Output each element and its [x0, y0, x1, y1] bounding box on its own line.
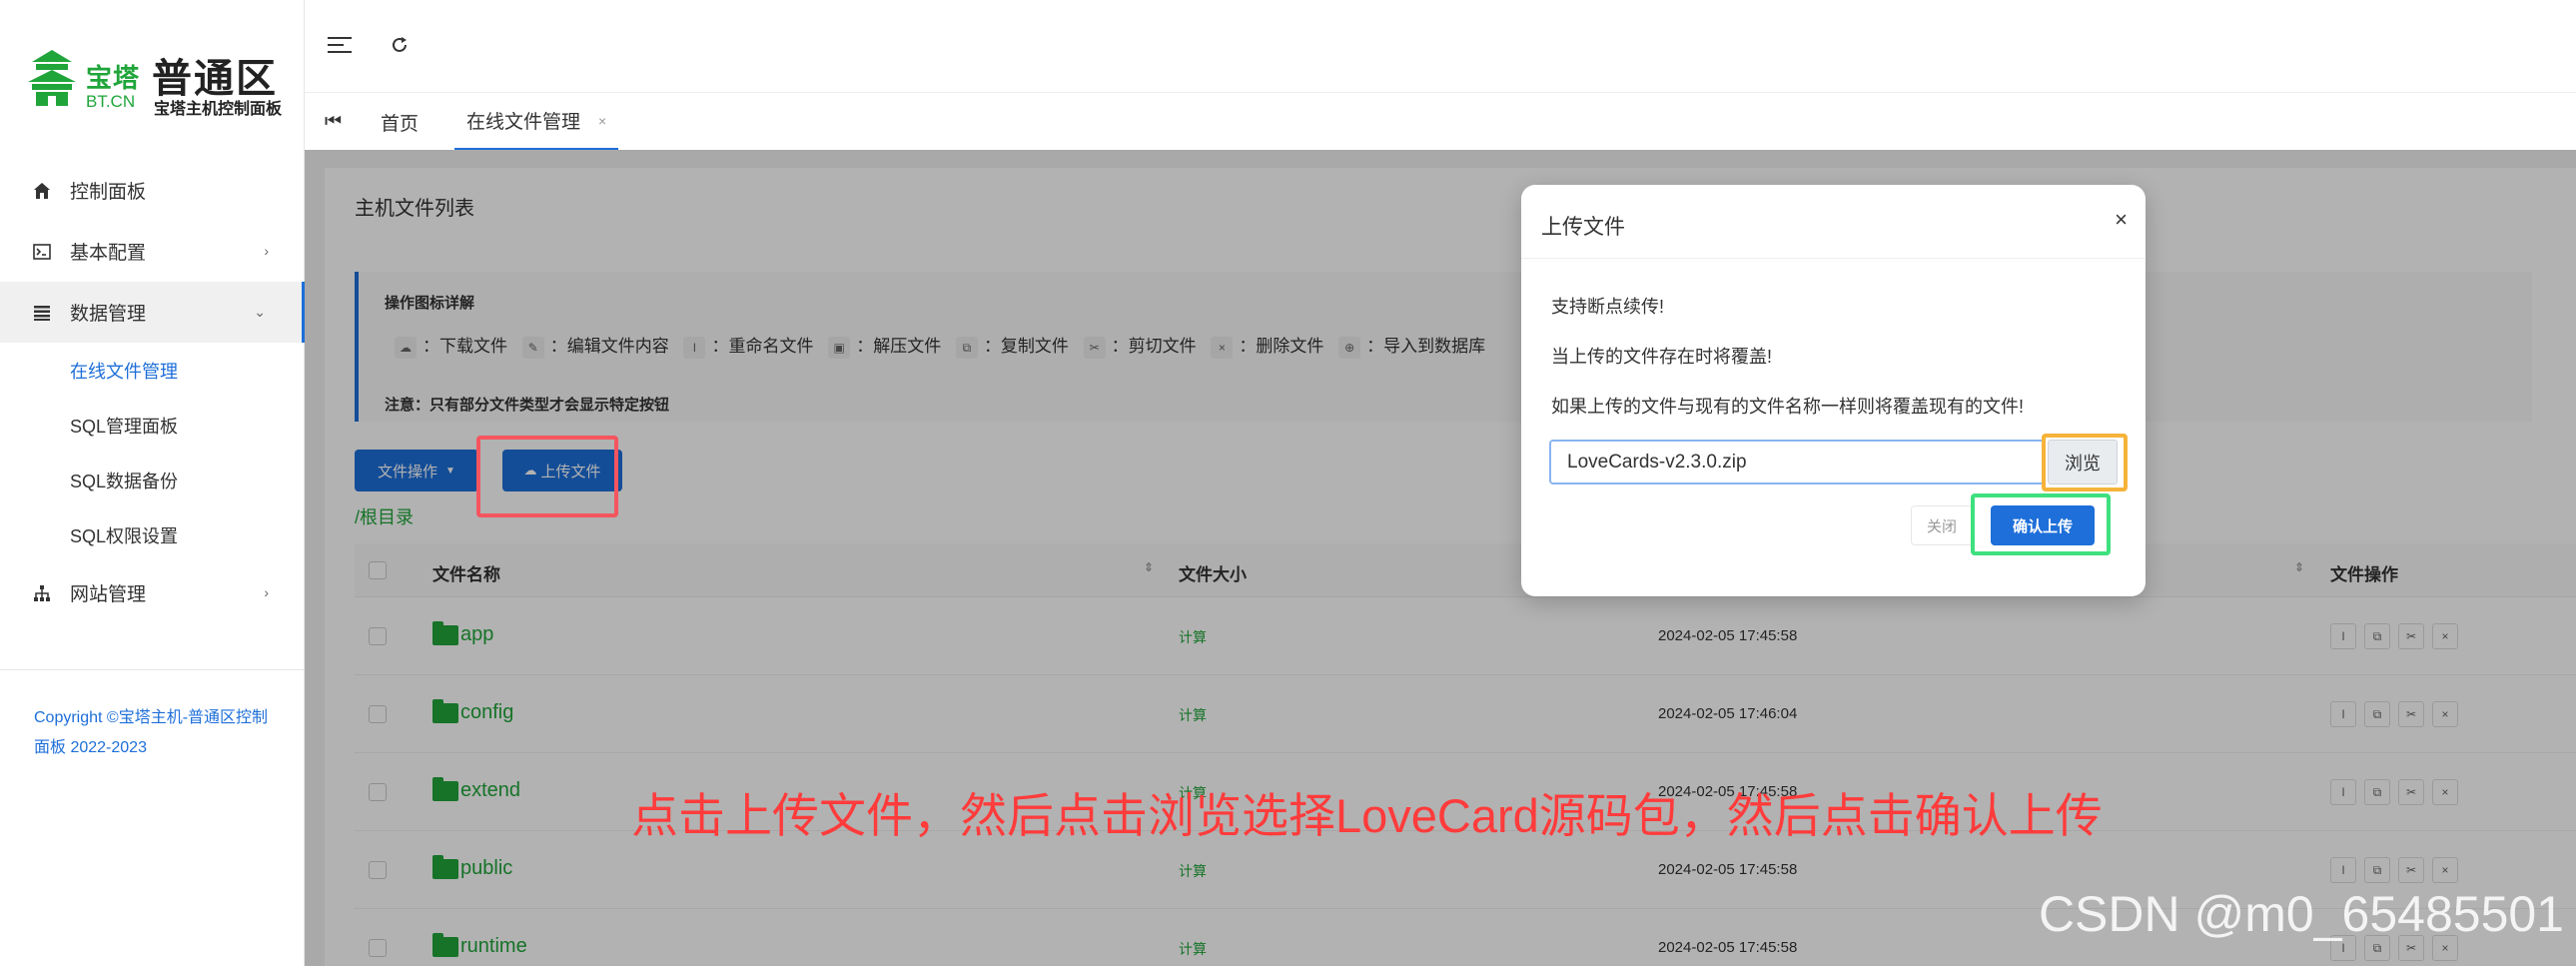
modal-title: 上传文件 — [1541, 216, 1625, 239]
sidebar-item-dashboard[interactable]: 控制面板 — [0, 160, 305, 221]
file-path-input[interactable]: LoveCards-v2.3.0.zip — [1549, 440, 2045, 484]
sidebar-submenu: 在线文件管理 SQL管理面板 SQL数据备份 SQL权限设置 — [0, 343, 305, 562]
sidebar-item-data-management[interactable]: 数据管理 ⌄ — [0, 282, 305, 343]
sidebar-item-basic-config[interactable]: 基本配置 › — [0, 221, 305, 282]
highlight-confirm-button — [1971, 493, 2111, 555]
copyright-text[interactable]: Copyright ©宝塔主机-普通区控制面板 2022-2023 — [34, 703, 284, 763]
modal-header: 上传文件 × — [1521, 185, 2146, 259]
logo-bt-text: 宝塔 — [86, 63, 141, 93]
tab-first-icon[interactable]: ⏮ — [325, 93, 342, 151]
sidebar-subitem-sql-permissions[interactable]: SQL权限设置 — [70, 507, 305, 562]
modal-text-resume: 支持断点续传! — [1551, 297, 1665, 317]
chevron-down-icon: ⌄ — [254, 304, 266, 320]
file-path-value: LoveCards-v2.3.0.zip — [1567, 451, 1747, 473]
sidebar-item-label: 控制面板 — [70, 182, 147, 203]
modal-text-overwrite-detail: 如果上传的文件与现有的文件名称一样则将覆盖现有的文件! — [1551, 397, 2024, 417]
highlight-browse-button — [2042, 434, 2128, 491]
sidebar-nav: 控制面板 基本配置 › 数据管理 ⌄ 在线文件管理 SQL管理面板 SQL数据备… — [0, 160, 305, 623]
sidebar-subitem-sql-backup[interactable]: SQL数据备份 — [70, 453, 305, 507]
tab-label: 首页 — [381, 113, 420, 135]
pagoda-logo-icon — [28, 50, 76, 106]
sidebar-item-label: 网站管理 — [70, 584, 147, 605]
sidebar-item-label: 基本配置 — [70, 243, 147, 264]
chevron-right-icon: › — [264, 243, 269, 259]
watermark: CSDN @m0_65485501 — [2038, 886, 2564, 942]
close-icon[interactable]: × — [598, 113, 606, 129]
top-bar: ⏮ 首页 在线文件管理 × — [305, 0, 2576, 151]
sidebar-item-website-management[interactable]: 网站管理 › — [0, 562, 305, 623]
close-button[interactable]: 关闭 — [1911, 505, 1973, 545]
sidebar-subitem-sql-panel[interactable]: SQL管理面板 — [70, 398, 305, 453]
sidebar-divider — [0, 669, 305, 670]
tab-label: 在线文件管理 — [466, 112, 581, 133]
list-icon — [32, 303, 52, 323]
logo-domain-text: BT.CN — [86, 92, 136, 111]
menu-toggle-icon[interactable] — [325, 30, 355, 60]
highlight-upload-button — [476, 436, 618, 517]
tab-home[interactable]: 首页 — [381, 93, 419, 151]
instruction-annotation: 点击上传文件，然后点击浏览选择LoveCard源码包，然后点击确认上传 — [631, 789, 2103, 842]
modal-text-overwrite: 当上传的文件存在时将覆盖! — [1551, 347, 1772, 367]
brand-subtitle: 宝塔主机控制面板 — [154, 101, 283, 118]
logo[interactable]: 宝塔 BT.CN 普通区 宝塔主机控制面板 — [24, 40, 294, 130]
terminal-icon — [32, 242, 52, 262]
sidebar-subitem-file-manager[interactable]: 在线文件管理 — [70, 343, 305, 398]
tab-file-manager[interactable]: 在线文件管理 × — [454, 93, 619, 151]
sidebar-item-label: 数据管理 — [70, 304, 147, 325]
refresh-icon[interactable] — [385, 30, 415, 60]
chevron-right-icon: › — [264, 584, 269, 600]
sitemap-icon — [32, 583, 52, 603]
close-icon[interactable]: × — [2115, 207, 2128, 233]
home-icon — [32, 181, 52, 201]
tab-bar: ⏮ 首页 在线文件管理 × — [305, 92, 2576, 151]
sidebar: 宝塔 BT.CN 普通区 宝塔主机控制面板 控制面板 基本配置 › 数据管理 ⌄ — [0, 0, 305, 966]
